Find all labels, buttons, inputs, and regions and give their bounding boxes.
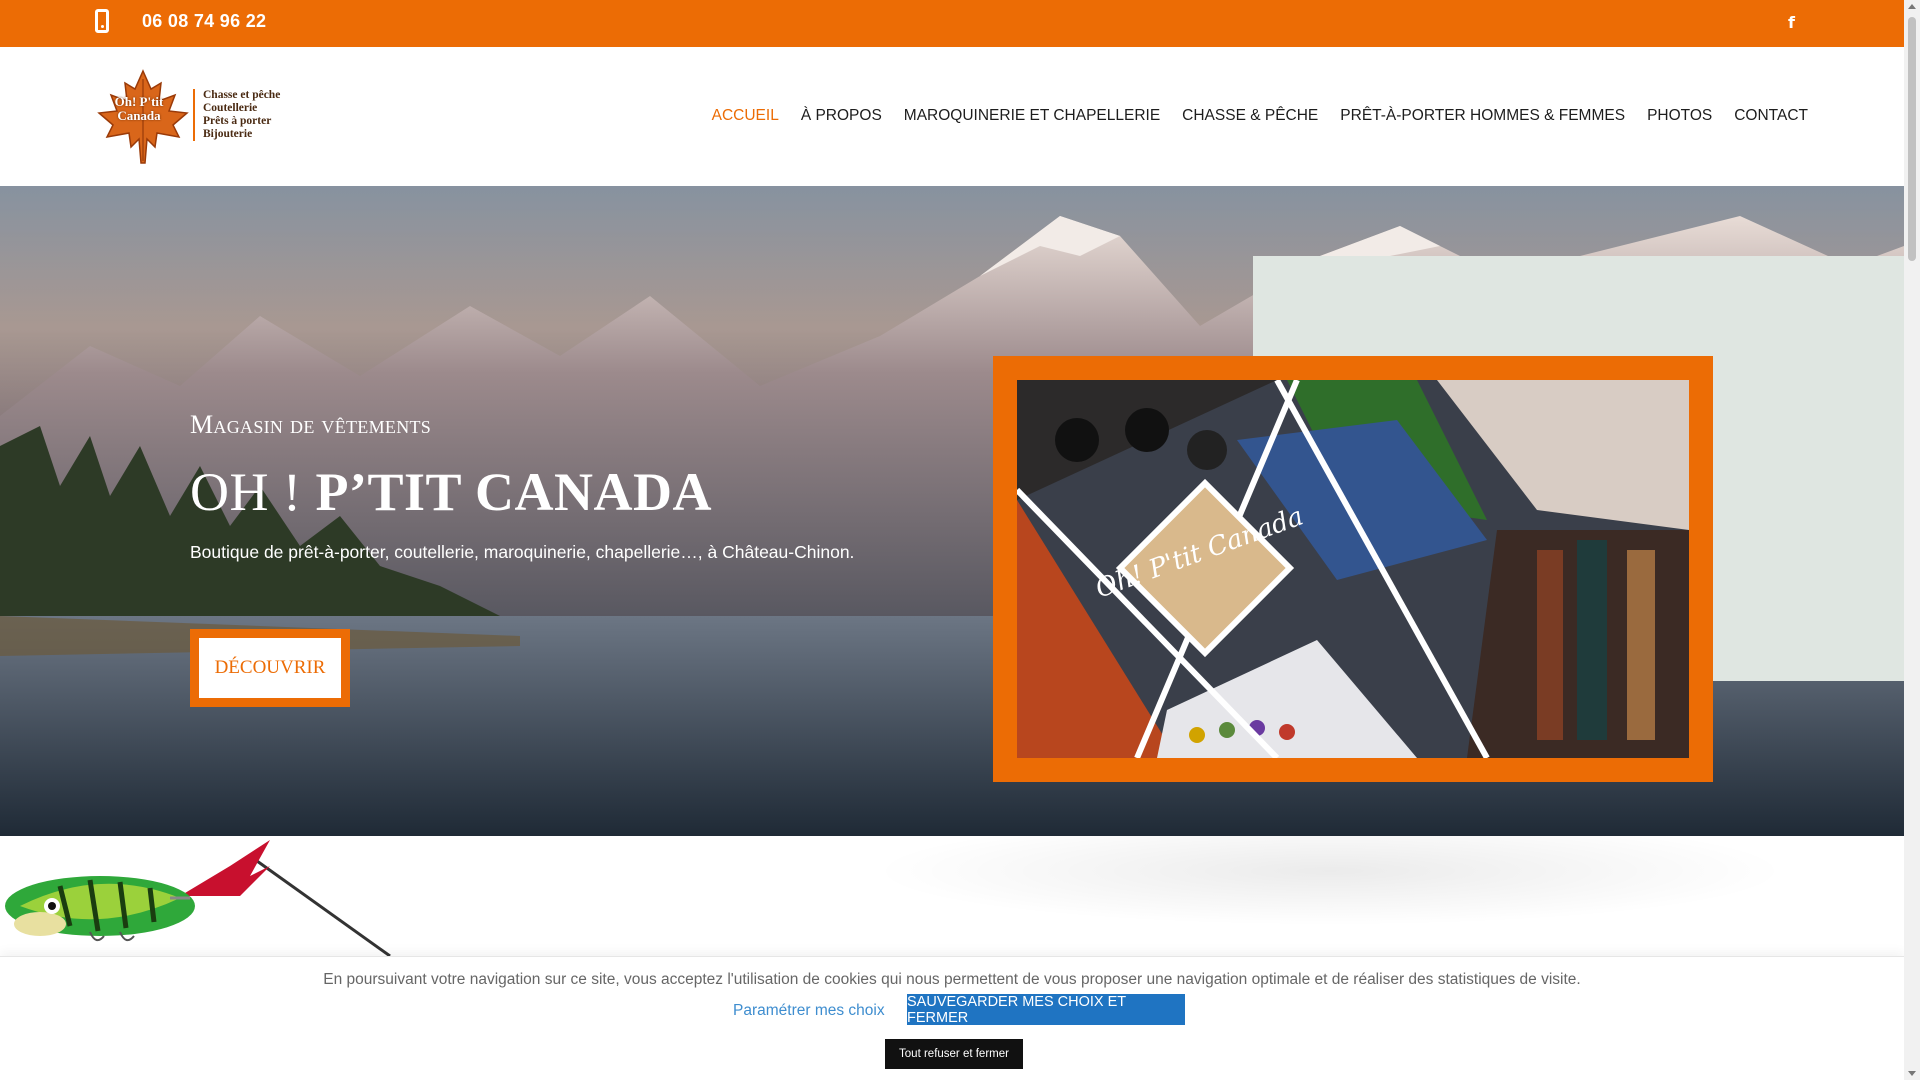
phone-icon [95, 9, 109, 33]
top-bar: 06 08 74 96 22 f [0, 0, 1904, 47]
hero-title-light: OH ! [190, 462, 316, 522]
site-header: Oh! P'tit Canada Chasse et pêche Coutell… [0, 47, 1904, 186]
cookie-banner: En poursuivant votre navigation sur ce s… [0, 956, 1904, 1080]
hero-title-bold: P’TIT CANADA [315, 462, 713, 522]
nav-item-pret-a-porter[interactable]: PRÊT-À-PORTER HOMMES & FEMMES [1340, 107, 1625, 125]
nav-item-maroquinerie[interactable]: MAROQUINERIE ET CHAPELLERIE [904, 107, 1160, 125]
scroll-up-arrow-icon[interactable] [1908, 4, 1916, 9]
logo-line: Prêts à porter [203, 115, 272, 127]
nav-item-a-propos[interactable]: À PROPOS [801, 107, 882, 125]
facebook-icon[interactable]: f [1788, 13, 1795, 32]
nav-item-photos[interactable]: PHOTOS [1647, 107, 1712, 125]
shop-collage-image: Oh! P'tit Canada [1017, 380, 1689, 758]
decorative-shadow [870, 836, 1790, 926]
logo-line: Chasse et pêche [203, 89, 281, 101]
site-logo[interactable]: Oh! P'tit Canada Chasse et pêche Coutell… [95, 67, 291, 167]
fishing-lure-image [5, 840, 391, 956]
nav-item-chasse-peche[interactable]: CHASSE & PÊCHE [1182, 107, 1318, 125]
scroll-down-arrow-icon[interactable] [1908, 1071, 1916, 1076]
hero-section: Oh! P'tit Canada Magasin de vêtements OH… [0, 186, 1904, 836]
main-nav: ACCUEIL À PROPOS MAROQUINERIE ET CHAPELL… [712, 107, 1808, 125]
nav-item-contact[interactable]: CONTACT [1734, 107, 1808, 125]
cookie-settings-link[interactable]: Paramétrer mes choix [733, 1002, 885, 1020]
hero-description: Boutique de prêt-à-porter, coutellerie, … [190, 542, 855, 562]
logo-tagline: Chasse et pêche Coutellerie Prêts à port… [193, 89, 280, 141]
discover-button[interactable]: DÉCOUVRIR [199, 638, 341, 698]
hero-subtitle: Magasin de vêtements [190, 410, 432, 439]
scrollbar-thumb[interactable] [1908, 17, 1916, 261]
cookie-refuse-button[interactable]: Tout refuser et fermer [885, 1039, 1023, 1069]
page-scrollbar[interactable] [1904, 0, 1920, 1080]
logo-line: Bijouterie [203, 128, 253, 140]
cookie-message: En poursuivant votre navigation sur ce s… [323, 971, 1581, 988]
hero-title: OH ! P’TIT CANADA [190, 461, 712, 523]
lower-section [0, 836, 1904, 956]
nav-item-accueil[interactable]: ACCUEIL [712, 107, 779, 125]
logo-leaf-text: Oh! P'tit Canada [114, 94, 164, 123]
logo-line: Coutellerie [203, 102, 258, 114]
discover-button-frame: DÉCOUVRIR [190, 629, 350, 707]
cookie-save-button[interactable]: SAUVEGARDER MES CHOIX ET FERMER [907, 994, 1185, 1026]
phone-number[interactable]: 06 08 74 96 22 [142, 11, 266, 32]
